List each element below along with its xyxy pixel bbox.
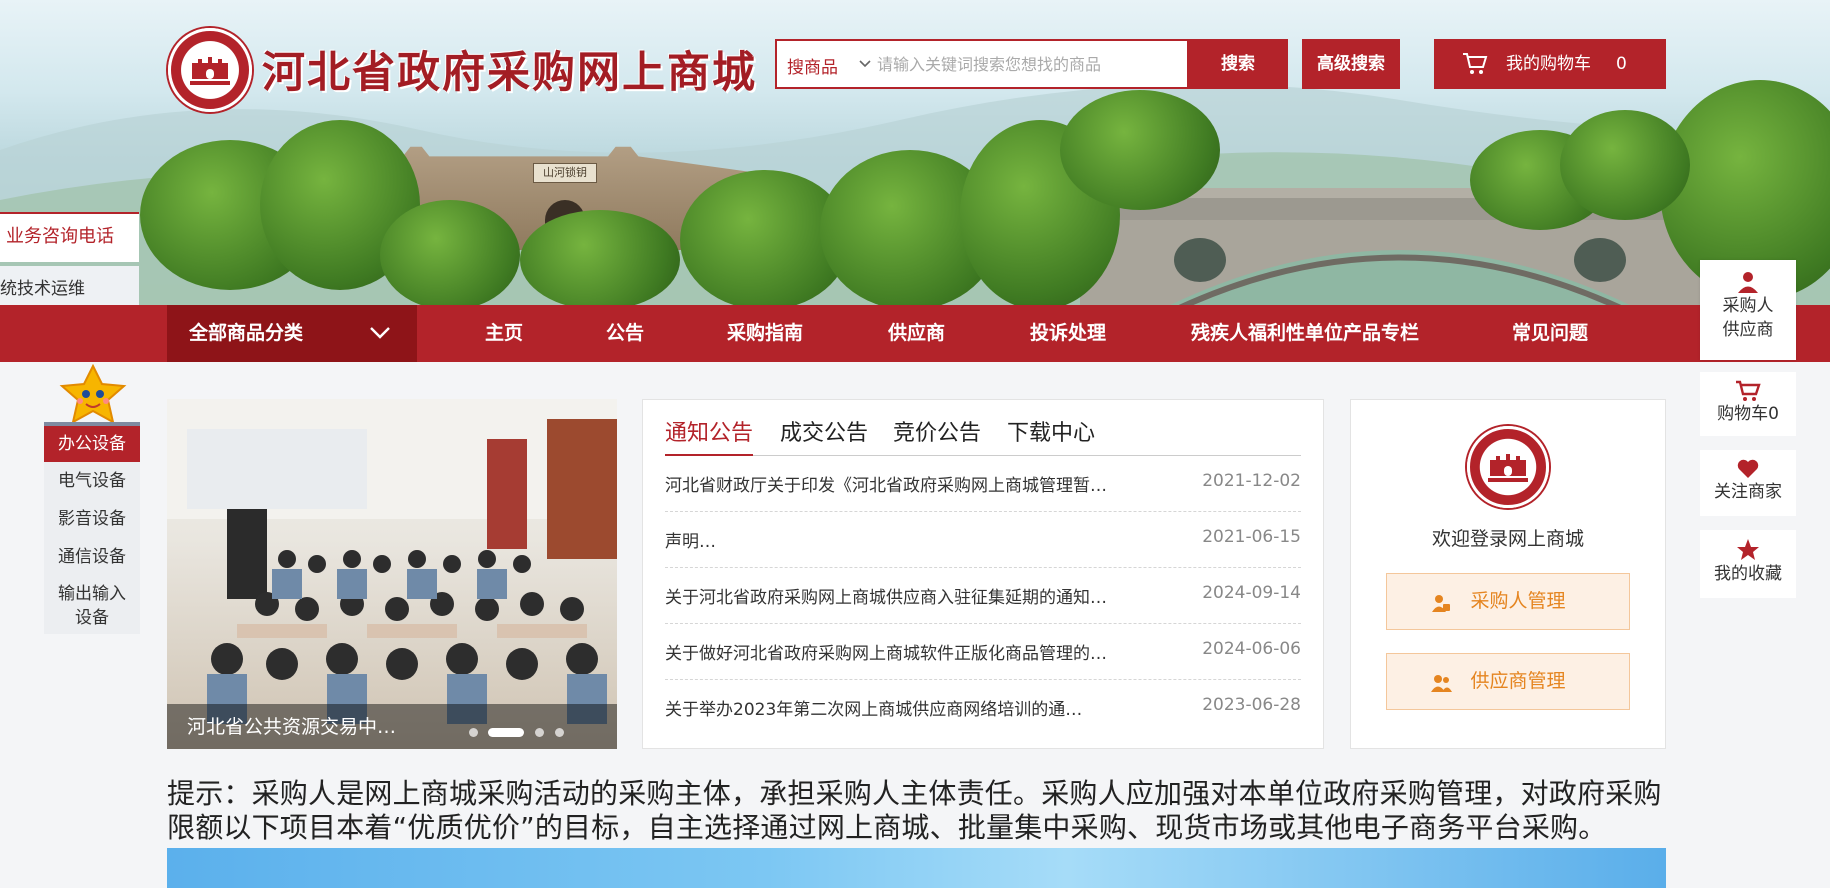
- category-item-io[interactable]: 输出输入设备: [44, 576, 140, 634]
- carousel-caption[interactable]: 河北省公共资源交易中…: [187, 712, 396, 739]
- news-date: 2021-12-02: [1202, 471, 1301, 491]
- news-date: 2023-06-28: [1202, 695, 1301, 715]
- cart-label: 我的购物车: [1506, 54, 1591, 74]
- carousel-dot[interactable]: [555, 728, 564, 737]
- supplier-management-label: 供应商管理: [1470, 670, 1566, 692]
- consult-line: 统技术运维: [0, 279, 85, 299]
- news-title[interactable]: 关于举办2023年第二次网上商城供应商网络培训的通…: [665, 695, 1082, 720]
- carousel-dot-active[interactable]: [488, 728, 524, 737]
- category-item-io-label: 输出输入设备: [58, 584, 126, 628]
- tree-decoration: [380, 200, 520, 305]
- cart-icon: [1463, 53, 1488, 74]
- nav-suppliers[interactable]: 供应商: [888, 305, 945, 362]
- list-item[interactable]: 关于做好河北省政府采购网上商城软件正版化商品管理的… 2024-06-06: [665, 624, 1301, 680]
- supplier-users-icon: [1431, 675, 1452, 692]
- list-item[interactable]: 关于举办2023年第二次网上商城供应商网络培训的通… 2023-06-28: [665, 680, 1301, 736]
- site-logo[interactable]: [168, 28, 252, 112]
- tab-download-center[interactable]: 下载中心: [1007, 416, 1095, 456]
- carousel-dot[interactable]: [535, 728, 544, 737]
- site-title: 河北省政府采购网上商城: [262, 48, 757, 98]
- notice-tabs: 通知公告 成交公告 竞价公告 下载中心: [665, 416, 1301, 456]
- search-input[interactable]: [877, 49, 1177, 79]
- tree-decoration: [1060, 90, 1220, 210]
- search-bar: 搜商品: [775, 39, 1189, 89]
- sidebar-portal-supplier: 供应商: [1722, 320, 1774, 340]
- search-button[interactable]: 搜索: [1188, 39, 1288, 89]
- news-title[interactable]: 关于河北省政府采购网上商城供应商入驻征集延期的通知…: [665, 583, 1107, 608]
- tab-deal-announcements[interactable]: 成交公告: [780, 416, 868, 456]
- news-carousel[interactable]: 河北省公共资源交易中…: [167, 399, 617, 749]
- tab-notices[interactable]: 通知公告: [665, 416, 754, 456]
- list-item[interactable]: 河北省财政厅关于印发《河北省政府采购网上商城管理暂… 2021-12-02: [665, 456, 1301, 512]
- nav-announcements[interactable]: 公告: [606, 305, 644, 362]
- sidebar-portal[interactable]: 采购人 供应商: [1700, 260, 1796, 360]
- nav-faq[interactable]: 常见问题: [1512, 305, 1588, 362]
- buyer-user-icon: [1432, 595, 1450, 612]
- all-categories-label: 全部商品分类: [189, 322, 304, 344]
- main-nav: 全部商品分类 主页 公告 采购指南 供应商 投诉处理 残疾人福利性单位产品专栏 …: [0, 305, 1830, 362]
- sidebar-favorites[interactable]: 我的收藏: [1700, 530, 1796, 598]
- login-welcome: 欢迎登录网上商城: [1431, 528, 1584, 550]
- great-wall-logo-icon: [190, 57, 230, 85]
- bottom-banner: [167, 848, 1666, 888]
- tree-decoration: [520, 210, 680, 305]
- supplier-management-button[interactable]: 供应商管理: [1386, 653, 1630, 710]
- advanced-search-button[interactable]: 高级搜索: [1302, 39, 1400, 89]
- all-categories-menu[interactable]: 全部商品分类: [167, 305, 417, 362]
- nav-home[interactable]: 主页: [485, 305, 523, 362]
- notice-panel: 通知公告 成交公告 竞价公告 下载中心 河北省财政厅关于印发《河北省政府采购网上…: [642, 399, 1324, 749]
- sidebar-follow[interactable]: 关注商家: [1700, 450, 1796, 516]
- cart-count: 0: [1616, 54, 1627, 74]
- list-item[interactable]: 声明… 2021-06-15: [665, 512, 1301, 568]
- great-wall-logo-icon: [1488, 454, 1528, 482]
- login-logo: [1467, 426, 1549, 508]
- category-item-audio-video[interactable]: 影音设备: [44, 500, 140, 538]
- chevron-down-icon[interactable]: [857, 56, 873, 72]
- user-icon: [1738, 272, 1758, 293]
- category-item-communication[interactable]: 通信设备: [44, 538, 140, 576]
- consult-title[interactable]: 业务咨询电话: [0, 212, 139, 262]
- procurement-tip: 提示：采购人是网上商城采购活动的采购主体，承担采购人主体责任。采购人应加强对本单…: [167, 777, 1662, 844]
- cart-icon: [1736, 380, 1761, 401]
- star-icon: [1737, 539, 1759, 560]
- news-date: 2021-06-15: [1202, 527, 1301, 547]
- tab-bidding-announcements[interactable]: 竞价公告: [893, 416, 981, 456]
- nav-complaints[interactable]: 投诉处理: [1030, 305, 1106, 362]
- nav-disabled-welfare-products[interactable]: 残疾人福利性单位产品专栏: [1191, 305, 1419, 362]
- login-panel: 欢迎登录网上商城 采购人管理 供应商管理: [1350, 399, 1666, 749]
- carousel-dot[interactable]: [469, 728, 478, 737]
- category-item-electrical[interactable]: 电气设备: [44, 462, 140, 500]
- sidebar-favorites-label: 我的收藏: [1714, 564, 1782, 584]
- sidebar-cart-label: 购物车0: [1717, 404, 1779, 424]
- sidebar-cart[interactable]: 购物车0: [1700, 372, 1796, 436]
- nav-purchase-guide[interactable]: 采购指南: [727, 305, 803, 362]
- buyer-management-button[interactable]: 采购人管理: [1386, 573, 1630, 630]
- buyer-management-label: 采购人管理: [1470, 590, 1566, 612]
- news-date: 2024-09-14: [1202, 583, 1301, 603]
- my-cart-button[interactable]: 我的购物车 0: [1434, 39, 1666, 89]
- wall-plaque: 山河锁钥: [533, 163, 597, 183]
- news-title[interactable]: 声明…: [665, 527, 716, 552]
- list-item[interactable]: 关于河北省政府采购网上商城供应商入驻征集延期的通知… 2024-09-14: [665, 568, 1301, 624]
- category-item-office[interactable]: 办公设备: [44, 422, 140, 462]
- sidebar-portal-buyer: 采购人: [1722, 296, 1774, 316]
- sidebar-follow-label: 关注商家: [1714, 482, 1782, 502]
- meeting-room-photo: [167, 399, 617, 724]
- news-title[interactable]: 关于做好河北省政府采购网上商城软件正版化商品管理的…: [665, 639, 1107, 664]
- tree-decoration: [1560, 110, 1690, 220]
- category-list: 办公设备 电气设备 影音设备 通信设备 输出输入设备: [44, 422, 140, 634]
- heart-icon: [1737, 459, 1759, 478]
- news-date: 2024-06-06: [1202, 639, 1301, 659]
- search-type-selector[interactable]: 搜商品: [787, 53, 838, 78]
- header-banner: 山河锁钥 河北省政府采购网上商城 搜商品 搜索 高级搜索: [0, 0, 1830, 305]
- star-mascot-icon: [59, 364, 127, 424]
- news-title[interactable]: 河北省财政厅关于印发《河北省政府采购网上商城管理暂…: [665, 471, 1107, 496]
- chevron-down-icon: [370, 327, 390, 339]
